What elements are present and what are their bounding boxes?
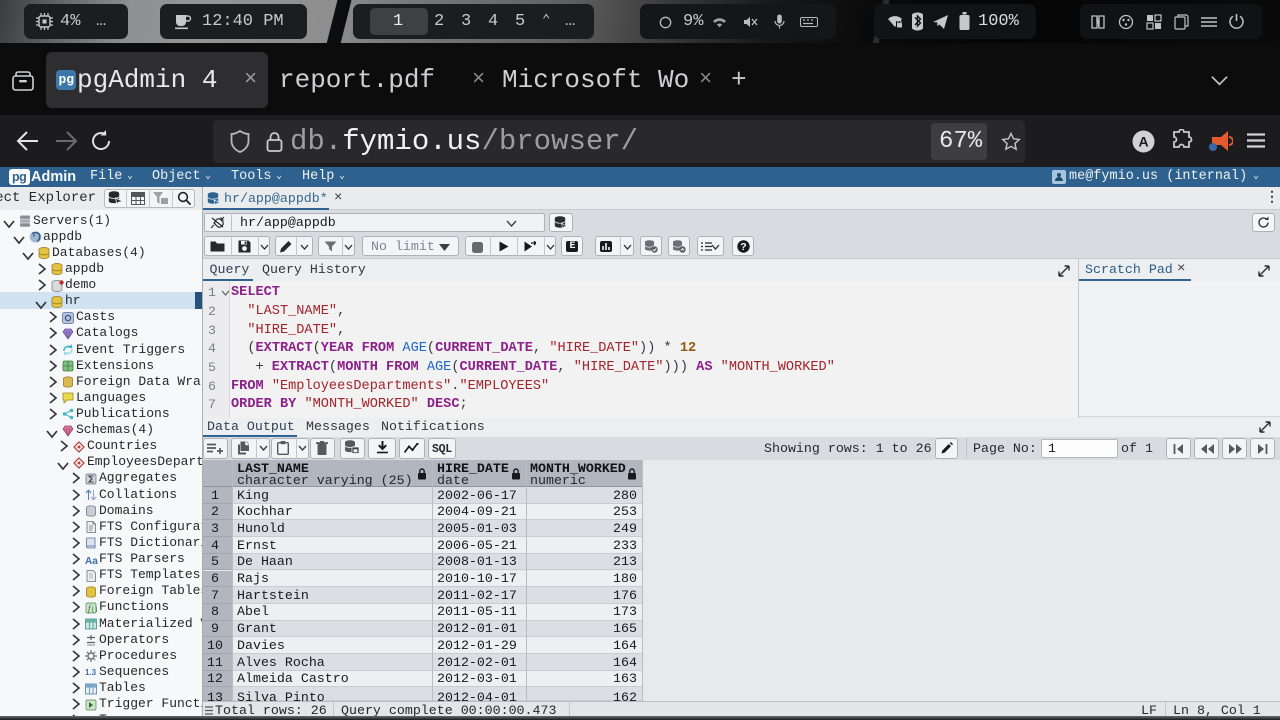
svg-text:A: A [1138,134,1148,150]
svg-text:Aa: Aa [85,556,98,566]
svg-text:(): () [91,606,97,613]
svg-text:?: ? [740,241,746,253]
svg-text:1.3: 1.3 [85,668,97,677]
